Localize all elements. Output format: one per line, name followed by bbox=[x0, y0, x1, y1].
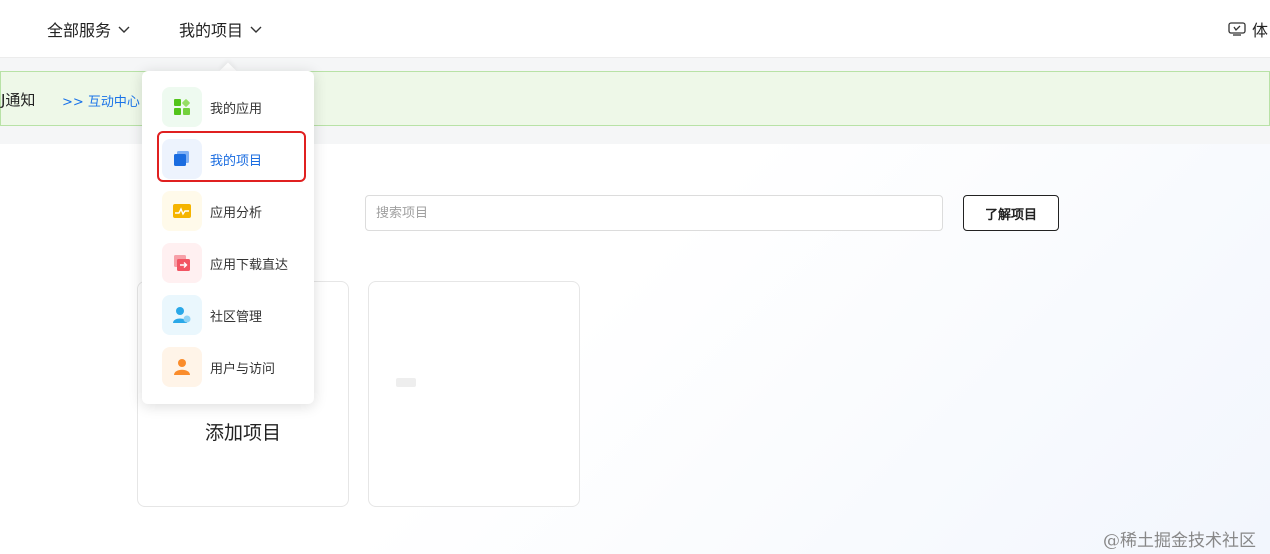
menu-item-my-projects[interactable]: 我的项目 bbox=[142, 135, 314, 183]
watermark: @稀土掘金技术社区 bbox=[1103, 531, 1256, 551]
nav-experience-label: 体 bbox=[1252, 21, 1269, 40]
download-direct-icon bbox=[162, 243, 202, 283]
menu-label-my-apps: 我的应用 bbox=[210, 102, 263, 117]
notice-title: J通知 bbox=[1, 91, 36, 109]
project-stack-icon bbox=[162, 139, 202, 179]
chevron-down-icon bbox=[118, 26, 130, 33]
learn-project-button[interactable]: 了解项目 bbox=[963, 195, 1059, 231]
chevron-down-icon bbox=[250, 26, 262, 33]
apps-grid-icon bbox=[162, 87, 202, 127]
my-projects-dropdown: 我的应用 我的项目 应用分析 应用下载直达 社区管理 用户与访问 bbox=[142, 71, 314, 404]
nav-all-services-label: 全部服务 bbox=[47, 21, 112, 40]
menu-item-app-analytics[interactable]: 应用分析 bbox=[142, 187, 314, 235]
nav-experience[interactable]: 体 bbox=[1228, 17, 1268, 41]
nav-my-projects[interactable]: 我的项目 bbox=[179, 17, 263, 41]
menu-item-user-access[interactable]: 用户与访问 bbox=[142, 343, 314, 391]
add-project-label: 添加项目 bbox=[204, 422, 281, 444]
nav-my-projects-label: 我的项目 bbox=[179, 21, 244, 40]
experience-icon bbox=[1228, 22, 1246, 36]
interaction-center-link[interactable]: >> 互动中心 bbox=[62, 91, 140, 110]
menu-item-my-apps[interactable]: 我的应用 bbox=[142, 83, 314, 131]
menu-label-app-analytics: 应用分析 bbox=[210, 206, 263, 221]
user-access-icon bbox=[162, 347, 202, 387]
nav-all-services[interactable]: 全部服务 bbox=[47, 17, 131, 41]
community-user-icon bbox=[162, 295, 202, 335]
analytics-chart-icon bbox=[162, 191, 202, 231]
menu-label-download-direct: 应用下载直达 bbox=[210, 258, 289, 273]
top-nav: 全部服务 我的项目 体 bbox=[0, 0, 1270, 58]
menu-label-user-access: 用户与访问 bbox=[210, 362, 276, 377]
menu-label-community: 社区管理 bbox=[210, 310, 263, 325]
project-placeholder bbox=[396, 378, 416, 387]
menu-item-community[interactable]: 社区管理 bbox=[142, 291, 314, 339]
search-input[interactable] bbox=[365, 195, 943, 231]
menu-label-my-projects: 我的项目 bbox=[210, 154, 263, 169]
project-card[interactable] bbox=[368, 281, 580, 507]
menu-item-download-direct[interactable]: 应用下载直达 bbox=[142, 239, 314, 287]
